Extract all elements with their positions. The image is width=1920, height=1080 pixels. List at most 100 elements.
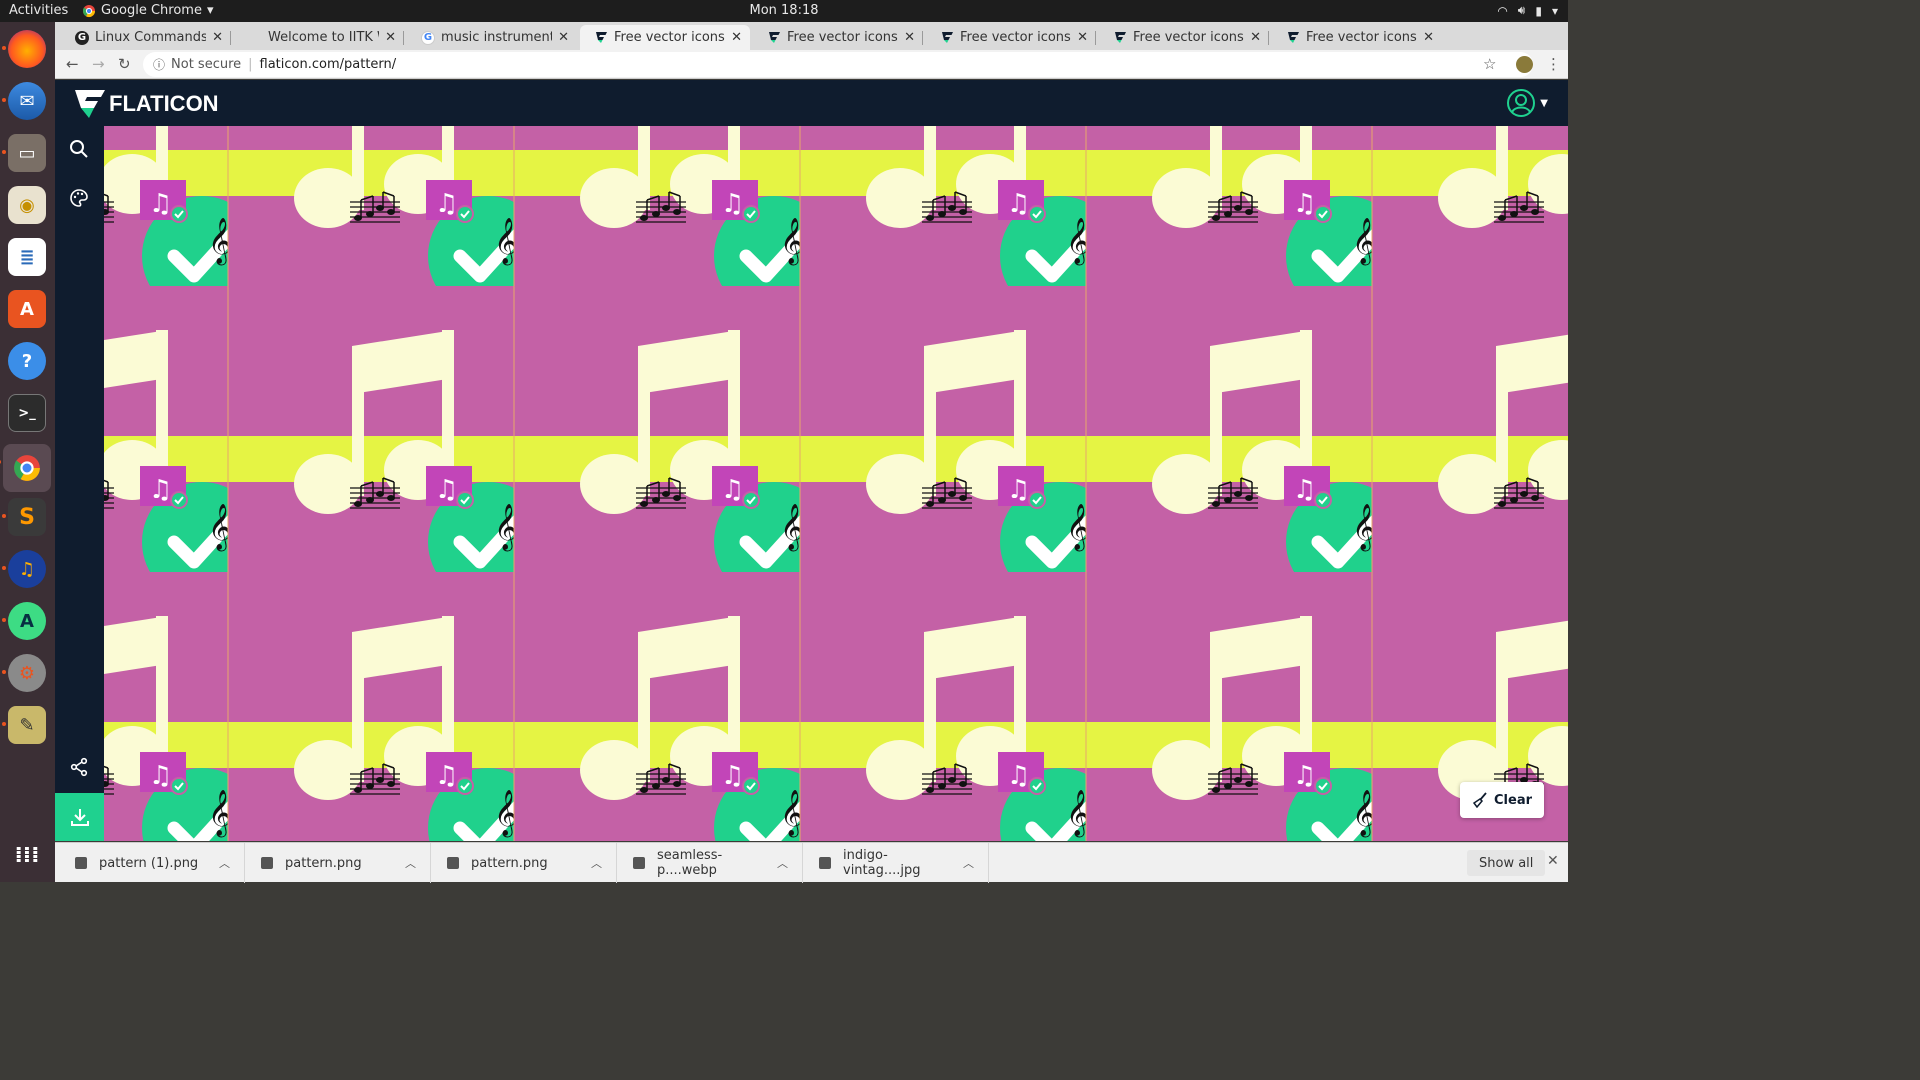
download-button[interactable]	[55, 793, 104, 841]
tab-title: music instruments im	[441, 30, 552, 45]
page-favicon-icon	[248, 31, 262, 45]
close-icon[interactable]: ✕	[212, 30, 223, 45]
tab-strip: G Linux Commands Che ✕ Welcome to IITK Web…	[55, 22, 1568, 69]
chevron-up-icon[interactable]: ︿	[777, 855, 788, 871]
help-icon[interactable]: ?	[8, 342, 46, 380]
file-icon	[633, 857, 645, 869]
url-text[interactable]: flaticon.com/pattern/	[260, 57, 397, 72]
file-icon	[75, 857, 87, 869]
broom-icon	[1472, 792, 1487, 808]
tab-title: Linux Commands Che	[95, 30, 207, 45]
close-icon[interactable]: ✕	[904, 30, 915, 45]
back-icon[interactable]: ←	[66, 55, 79, 73]
terminal-icon[interactable]: >_	[8, 394, 46, 432]
download-shelf: pattern (1).png ︿ pattern.png ︿ pattern.pn…	[55, 842, 1568, 883]
flaticon-logo[interactable]: FLATICON	[75, 90, 219, 118]
app-grid-icon[interactable]: ⁞⁞⁞	[8, 836, 46, 874]
close-icon[interactable]: ✕	[385, 30, 396, 45]
settings-tool-icon[interactable]: ⚙	[2, 654, 46, 692]
show-all-button[interactable]: Show all	[1467, 850, 1546, 876]
clock[interactable]: Mon 18:18	[0, 3, 1568, 18]
chevron-down-icon: ▼	[1540, 97, 1548, 109]
system-tray[interactable]: ◠ 🔊︎ ▮ ▾	[1497, 3, 1558, 18]
tab-active[interactable]: Free vector icons - SV ✕	[580, 25, 750, 50]
palette-icon[interactable]	[67, 186, 91, 210]
download-item[interactable]: seamless-p....webp ︿	[617, 843, 803, 883]
download-item[interactable]: indigo-vintag....jpg ︿	[803, 843, 989, 883]
flaticon-favicon-icon	[940, 31, 954, 45]
system-top-bar: Activities Google Chrome ▾ Mon 18:18 ◠ 🔊…	[0, 0, 1568, 22]
flaticon-logo-icon	[75, 90, 105, 118]
tab[interactable]: Free vector icons - SV ✕	[926, 25, 1096, 50]
chevron-down-icon: ▾	[1551, 3, 1558, 18]
tab[interactable]: Free vector icons - SV ✕	[753, 25, 923, 50]
music-pattern-canvas: 𝄞 ♫	[104, 126, 1568, 841]
close-icon[interactable]: ✕	[731, 30, 742, 45]
download-filename: pattern.png	[285, 855, 362, 871]
download-filename: pattern.png	[471, 855, 548, 871]
firefox-icon[interactable]	[2, 30, 46, 68]
thunderbird-icon[interactable]: ✉	[2, 82, 46, 120]
close-icon[interactable]: ✕	[1423, 30, 1434, 45]
info-icon[interactable]: ⓘ	[153, 56, 165, 73]
clear-label: Clear	[1494, 792, 1532, 808]
flaticon-header: FLATICON ▼	[55, 80, 1568, 126]
chrome-icon[interactable]	[0, 444, 51, 492]
tab[interactable]: Welcome to IITK Webr ✕	[234, 25, 404, 50]
chevron-up-icon[interactable]: ︿	[219, 855, 230, 871]
audacity-icon[interactable]: ♫	[2, 550, 46, 588]
download-item[interactable]: pattern (1).png ︿	[59, 843, 245, 883]
tab-title: Free vector icons - SV	[614, 30, 725, 45]
android-studio-icon[interactable]: A	[2, 602, 46, 640]
dock: ✉ ▭ ◉ ≣ A ? >_ S ♫ A ⚙ ✎ ⁞⁞⁞	[0, 22, 55, 882]
wifi-icon: ◠	[1497, 3, 1508, 18]
close-icon[interactable]: ✕	[558, 30, 569, 45]
close-icon[interactable]: ✕	[1077, 30, 1088, 45]
tab[interactable]: Gmusic instruments im ✕	[407, 25, 577, 50]
close-icon[interactable]: ✕	[1250, 30, 1261, 45]
reload-icon[interactable]: ↻	[118, 55, 131, 73]
screenshot-icon[interactable]: ✎	[2, 706, 46, 744]
more-menu-icon[interactable]: ⋮	[1546, 55, 1561, 73]
file-icon	[819, 857, 831, 869]
user-account-icon	[1507, 89, 1536, 117]
file-icon	[447, 857, 459, 869]
pattern-preview[interactable]: 𝄞 ♫	[104, 126, 1568, 841]
download-item[interactable]: pattern.png ︿	[431, 843, 617, 883]
download-item[interactable]: pattern.png ︿	[245, 843, 431, 883]
close-icon[interactable]: ✕	[1547, 853, 1559, 869]
chevron-up-icon[interactable]: ︿	[405, 855, 416, 871]
chevron-up-icon[interactable]: ︿	[963, 855, 974, 871]
tab-title: Free vector icons - SV	[787, 30, 898, 45]
software-center-icon[interactable]: A	[8, 290, 46, 328]
chevron-up-icon[interactable]: ︿	[591, 855, 602, 871]
flaticon-favicon-icon	[767, 31, 781, 45]
bookmark-star-icon[interactable]: ☆	[1483, 55, 1496, 73]
tab-title: Free vector icons - SV	[1306, 30, 1417, 45]
security-label[interactable]: Not secure	[171, 57, 241, 72]
download-filename: indigo-vintag....jpg	[843, 848, 921, 878]
search-icon[interactable]	[67, 137, 91, 161]
sublime-text-icon[interactable]: S	[2, 498, 46, 536]
tab[interactable]: G Linux Commands Che ✕	[61, 25, 231, 50]
rhythmbox-icon[interactable]: ◉	[8, 186, 46, 224]
tab-title: Welcome to IITK Webr	[268, 30, 379, 45]
files-icon[interactable]: ▭	[2, 134, 46, 172]
google-favicon-icon: G	[75, 30, 89, 45]
flaticon-favicon-icon	[1113, 31, 1127, 45]
flaticon-sidebar	[55, 126, 104, 793]
clear-button[interactable]: Clear	[1460, 782, 1544, 818]
tab[interactable]: Free vector icons - SV ✕	[1099, 25, 1269, 50]
forward-icon[interactable]: →	[92, 55, 105, 73]
share-icon[interactable]	[67, 755, 91, 779]
tab[interactable]: Free vector icons - SV ✕	[1272, 25, 1442, 50]
writer-icon[interactable]: ≣	[8, 238, 46, 276]
download-filename: seamless-p....webp	[657, 848, 723, 878]
download-filename: pattern (1).png	[99, 855, 199, 871]
user-menu[interactable]: ▼	[1506, 88, 1548, 118]
profile-avatar[interactable]	[1516, 56, 1533, 73]
google-favicon-icon: G	[421, 30, 435, 45]
flaticon-favicon-icon	[1286, 31, 1300, 45]
flaticon-logo-text: FLATICON	[109, 91, 219, 116]
address-bar[interactable]: ⓘ Not secure | flaticon.com/pattern/	[143, 52, 1533, 77]
